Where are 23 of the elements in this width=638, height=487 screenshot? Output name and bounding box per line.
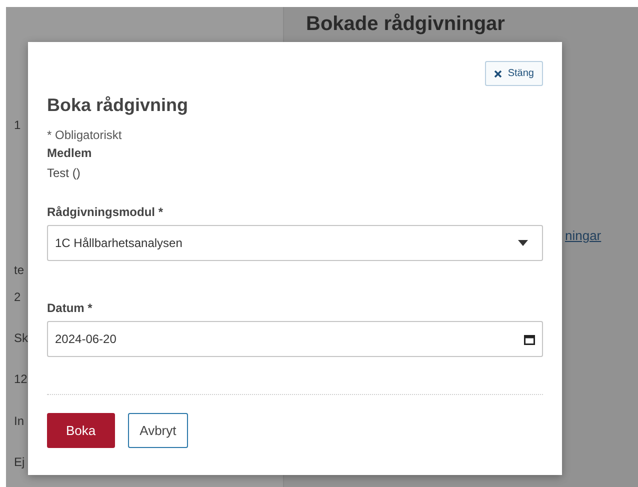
field-label: Datum *	[47, 301, 94, 315]
field-label: Rådgivningsmodul *	[47, 205, 164, 219]
background-text: In	[14, 413, 24, 430]
background-text: 1	[14, 117, 21, 134]
member-value: Test ()	[47, 166, 82, 180]
background-text: te	[14, 262, 24, 279]
close-button[interactable]: Stäng	[484, 61, 543, 86]
module-dropdown[interactable]: 1C Hållbarhetsanalysen	[47, 225, 543, 261]
background-text: 2	[14, 289, 21, 306]
close-icon	[494, 70, 502, 78]
cancel-button[interactable]: Avbryt	[128, 413, 188, 448]
background-text: Ej	[14, 454, 25, 471]
dialog-title: Boka rådgivning	[47, 95, 190, 116]
book-button[interactable]: Boka	[47, 413, 115, 448]
page-heading: Bokade rådgivningar	[306, 13, 506, 36]
caret-icon	[518, 240, 528, 246]
calendar-icon	[524, 334, 535, 344]
background-text: Sk	[14, 330, 28, 347]
required-note: * Obligatoriskt	[47, 128, 123, 142]
background-text: 12	[14, 371, 28, 388]
date-field[interactable]: 2024-06-20	[47, 321, 543, 357]
member-label: Medlem	[47, 146, 93, 160]
background-link[interactable]: ningar	[565, 228, 602, 243]
